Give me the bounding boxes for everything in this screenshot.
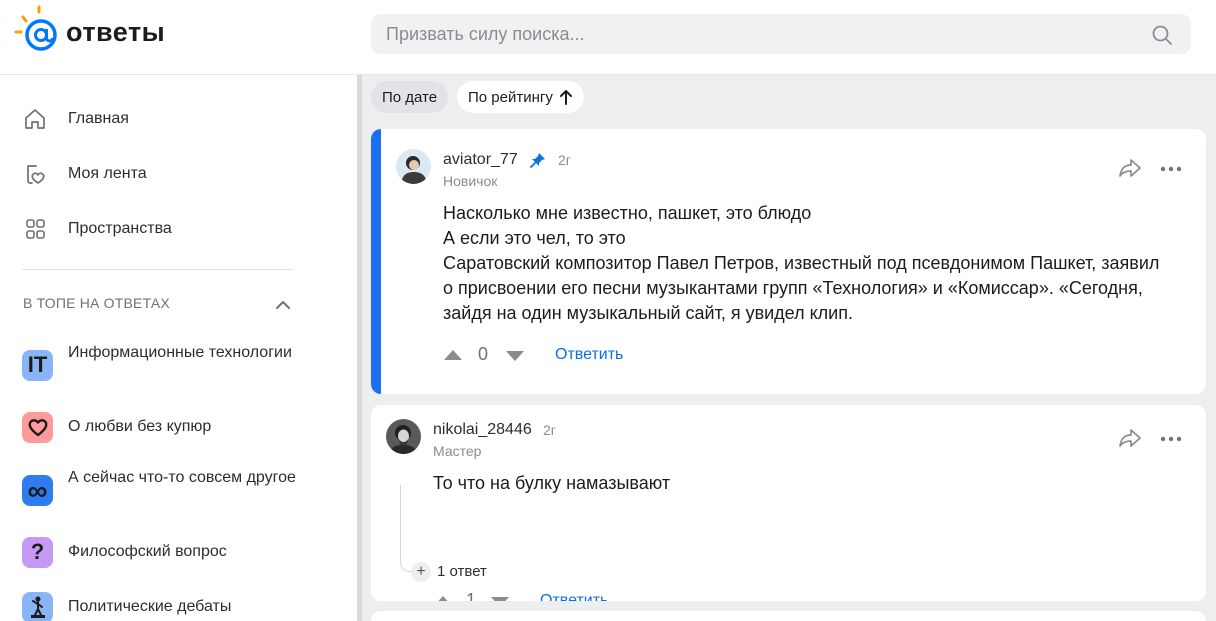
sidebar-item-label: Моя лента — [68, 165, 147, 182]
search-input[interactable]: Призвать силу поиска... — [371, 14, 1191, 54]
topic-label: О любви без купюр — [68, 418, 212, 435]
topic-love[interactable]: О любви без купюр — [22, 411, 211, 443]
sort-by-date-button[interactable]: По дате — [371, 81, 449, 113]
more-options-icon[interactable] — [1160, 166, 1182, 172]
answer-age: 2г — [558, 152, 571, 168]
sidebar-item-label: Главная — [68, 110, 129, 127]
username[interactable]: nikolai_28446 — [433, 421, 532, 439]
sidebar-divider — [22, 269, 293, 270]
arrow-up-icon — [559, 90, 572, 105]
topic-label: Философский вопрос — [68, 543, 227, 560]
upvote-icon[interactable] — [433, 595, 453, 601]
logo-text: ответы — [66, 16, 166, 47]
sidebar-item-feed[interactable]: Моя лента — [22, 159, 147, 189]
answer-text: То что на булку намазывают — [433, 471, 670, 496]
pin-icon — [530, 153, 545, 168]
avatar[interactable] — [386, 419, 421, 454]
search-placeholder: Призвать силу поиска... — [386, 23, 585, 44]
answer-age: 2г — [543, 422, 556, 438]
sidebar-item-home[interactable]: Главная — [22, 104, 129, 134]
answers-panel: По дате По рейтингу aviator_77 2г Новичо… — [362, 75, 1216, 621]
topic-it[interactable]: IT Информационные технологии — [22, 344, 292, 381]
sort-by-rating-button[interactable]: По рейтингу — [457, 81, 584, 113]
replies-count-link[interactable]: 1 ответ — [437, 563, 487, 580]
downvote-icon[interactable] — [490, 596, 510, 601]
sidebar-item-spaces[interactable]: Пространства — [22, 214, 172, 244]
topic-label: Информационные технологии — [68, 344, 292, 361]
answer-line: То что на булку намазывают — [433, 473, 671, 493]
answer-line: А если это чел, то это — [443, 228, 626, 248]
username[interactable]: aviator_77 — [443, 151, 518, 169]
upvote-icon[interactable] — [443, 349, 463, 361]
section-title: В ТОПЕ НА ОТВЕТАХ — [23, 295, 170, 311]
answer-line: зайдя на один музыкальный сайт, я увидел… — [443, 303, 853, 323]
topic-label: Политические дебаты — [68, 598, 232, 615]
topic-label: А сейчас что-то совсем другое — [68, 469, 296, 486]
sidebar-item-label: Пространства — [68, 220, 172, 237]
logo[interactable]: ответы — [10, 4, 165, 54]
answer-line: Насколько мне известно, пашкет, это блюд… — [443, 203, 812, 223]
it-icon: IT — [22, 349, 53, 381]
share-icon[interactable] — [1118, 427, 1142, 449]
sidebar: Главная Моя лента Пространства В ТОПЕ НА… — [0, 75, 357, 621]
home-icon — [25, 109, 45, 129]
heart-feed-icon — [27, 165, 45, 184]
header: ответы Призвать силу поиска... — [0, 0, 1216, 75]
expand-replies-icon[interactable]: + — [411, 562, 431, 582]
topic-philosophy[interactable]: ? Философский вопрос — [22, 536, 227, 568]
logo-icon — [10, 4, 60, 54]
answer-card — [371, 611, 1206, 621]
question-icon: ? — [22, 536, 53, 568]
answer-line: о присвоении его песни музыкантами групп… — [443, 278, 1143, 298]
answer-card: aviator_77 2г Новичок Насколько мне изве… — [371, 129, 1206, 394]
reply-button[interactable]: Ответить — [555, 346, 623, 364]
thread-line — [400, 485, 414, 572]
sort-rating-label: По рейтингу — [468, 88, 553, 106]
search-icon[interactable] — [1151, 24, 1173, 46]
answer-line: Саратовский композитор Павел Петров, изв… — [443, 253, 1160, 273]
share-icon[interactable] — [1118, 157, 1142, 179]
more-options-icon[interactable] — [1160, 436, 1182, 442]
heart-icon — [22, 411, 53, 443]
reply-button[interactable]: Ответить — [540, 592, 608, 601]
podium-icon — [22, 591, 53, 621]
topic-other[interactable]: ∞ А сейчас что-то совсем другое — [22, 469, 296, 506]
best-answer-accent — [371, 129, 381, 394]
user-rank: Мастер — [433, 443, 482, 459]
grid-icon — [26, 219, 45, 239]
vote-count: 1 — [466, 590, 477, 601]
topic-politics[interactable]: Политические дебаты — [22, 591, 231, 621]
infinity-icon: ∞ — [22, 474, 53, 506]
answer-text: Насколько мне известно, пашкет, это блюд… — [443, 201, 1159, 326]
answer-card: nikolai_28446 2г Мастер То что на булку … — [371, 405, 1206, 601]
chevron-up-icon[interactable] — [273, 297, 293, 313]
user-rank: Новичок — [443, 173, 498, 189]
avatar[interactable] — [396, 149, 431, 184]
downvote-icon[interactable] — [505, 350, 525, 362]
vote-count: 0 — [478, 344, 489, 364]
